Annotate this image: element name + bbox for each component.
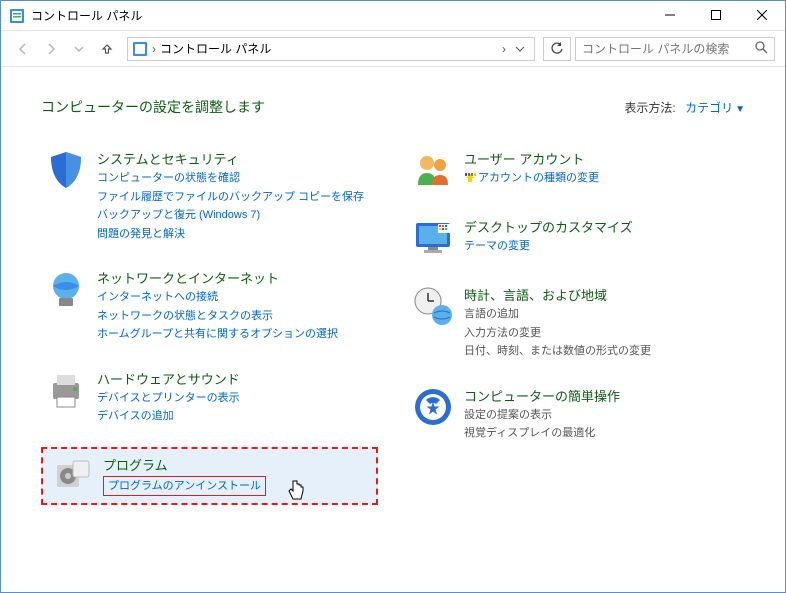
category-link[interactable]: アカウントの種類の変更 <box>464 170 599 187</box>
globe-network-icon <box>45 268 87 310</box>
printer-icon <box>45 369 87 411</box>
category-programs: プログラム プログラムのアンインストール <box>41 447 378 505</box>
refresh-button[interactable] <box>543 37 571 61</box>
category-title[interactable]: 時計、言語、および地域 <box>464 285 651 304</box>
search-icon <box>755 41 768 57</box>
category-link[interactable]: ネットワークの状態とタスクの表示 <box>97 308 338 325</box>
address-dropdown-icon[interactable] <box>510 46 530 52</box>
control-panel-small-icon <box>132 41 148 57</box>
category-link[interactable]: バックアップと復元 (Windows 7) <box>97 207 364 224</box>
category-user-accounts: ユーザー アカウント アカウントの種類の変更 <box>408 145 745 195</box>
page-title: コンピューターの設定を調整します <box>41 97 265 117</box>
desktop-icon <box>412 217 454 259</box>
category-title[interactable]: ハードウェアとサウンド <box>97 369 240 388</box>
uninstall-link[interactable]: プログラムのアンインストール <box>103 476 266 497</box>
forward-button[interactable] <box>39 37 63 61</box>
category-sub[interactable]: 入力方法の変更 <box>464 325 651 342</box>
view-mode: 表示方法: カテゴリ▼ <box>624 99 745 116</box>
address-bar[interactable]: › コントロール パネル › <box>127 37 535 61</box>
category-clock-region: 時計、言語、および地域 言語の追加 入力方法の変更 日付、時刻、または数値の形式… <box>408 281 745 364</box>
ease-of-access-icon <box>412 386 454 428</box>
cursor-hand-icon <box>286 479 306 506</box>
category-system-security: システムとセキュリティ コンピューターの状態を確認 ファイル履歴でファイルのバッ… <box>41 145 378 246</box>
view-mode-label: 表示方法: <box>624 101 675 115</box>
shield-icon <box>45 149 87 191</box>
category-sub[interactable]: 設定の提案の表示 <box>464 407 620 424</box>
window-title: コントロール パネル <box>31 7 647 24</box>
view-mode-value[interactable]: カテゴリ <box>685 101 733 115</box>
recent-dropdown[interactable] <box>67 37 91 61</box>
category-title[interactable]: ネットワークとインターネット <box>97 268 338 287</box>
category-link[interactable]: 問題の発見と解決 <box>97 226 364 243</box>
category-link[interactable]: デバイスの追加 <box>97 408 240 425</box>
chevron-down-icon[interactable]: ▼ <box>735 104 745 115</box>
title-bar: コントロール パネル <box>1 1 785 31</box>
category-sub[interactable]: 言語の追加 <box>464 306 651 323</box>
category-title[interactable]: デスクトップのカスタマイズ <box>464 217 633 236</box>
category-link[interactable]: デバイスとプリンターの表示 <box>97 390 240 407</box>
search-input[interactable] <box>582 42 755 56</box>
breadcrumb-sep: › <box>502 42 506 56</box>
category-link[interactable]: ホームグループと共有に関するオプションの選択 <box>97 326 338 343</box>
breadcrumb[interactable]: コントロール パネル <box>160 40 502 57</box>
window-controls <box>647 1 785 30</box>
category-title[interactable]: ユーザー アカウント <box>464 149 599 168</box>
close-button[interactable] <box>739 1 785 29</box>
content-header: コンピューターの設定を調整します 表示方法: カテゴリ▼ <box>41 97 745 117</box>
clock-globe-icon <box>412 285 454 327</box>
maximize-button[interactable] <box>693 1 739 29</box>
user-accounts-icon <box>412 149 454 191</box>
minimize-button[interactable] <box>647 1 693 29</box>
left-column: システムとセキュリティ コンピューターの状態を確認 ファイル履歴でファイルのバッ… <box>41 145 378 505</box>
category-title[interactable]: プログラム <box>103 455 266 474</box>
category-network: ネットワークとインターネット インターネットへの接続 ネットワークの状態とタスク… <box>41 264 378 347</box>
category-link[interactable]: テーマの変更 <box>464 238 633 255</box>
category-sub[interactable]: 日付、時刻、または数値の形式の変更 <box>464 343 651 360</box>
up-button[interactable] <box>95 37 119 61</box>
search-bar[interactable] <box>575 37 775 61</box>
breadcrumb-sep: › <box>152 42 156 56</box>
category-link[interactable]: インターネットへの接続 <box>97 289 338 306</box>
right-column: ユーザー アカウント アカウントの種類の変更 デスクトップのカスタマイズ テーマ… <box>408 145 745 505</box>
content-area: コンピューターの設定を調整します 表示方法: カテゴリ▼ システムとセキュリティ… <box>1 67 785 535</box>
control-panel-icon <box>9 8 25 24</box>
category-link[interactable]: コンピューターの状態を確認 <box>97 170 364 187</box>
category-appearance: デスクトップのカスタマイズ テーマの変更 <box>408 213 745 263</box>
category-grid: システムとセキュリティ コンピューターの状態を確認 ファイル履歴でファイルのバッ… <box>41 145 745 505</box>
navigation-bar: › コントロール パネル › <box>1 31 785 67</box>
category-title[interactable]: システムとセキュリティ <box>97 149 364 168</box>
category-link[interactable]: ファイル履歴でファイルのバックアップ コピーを保存 <box>97 189 364 206</box>
category-title[interactable]: コンピューターの簡単操作 <box>464 386 620 405</box>
category-ease-of-access: コンピューターの簡単操作 設定の提案の表示 視覚ディスプレイの最適化 <box>408 382 745 446</box>
category-sub[interactable]: 視覚ディスプレイの最適化 <box>464 425 620 442</box>
back-button[interactable] <box>11 37 35 61</box>
programs-icon <box>51 455 93 497</box>
category-hardware: ハードウェアとサウンド デバイスとプリンターの表示 デバイスの追加 <box>41 365 378 429</box>
